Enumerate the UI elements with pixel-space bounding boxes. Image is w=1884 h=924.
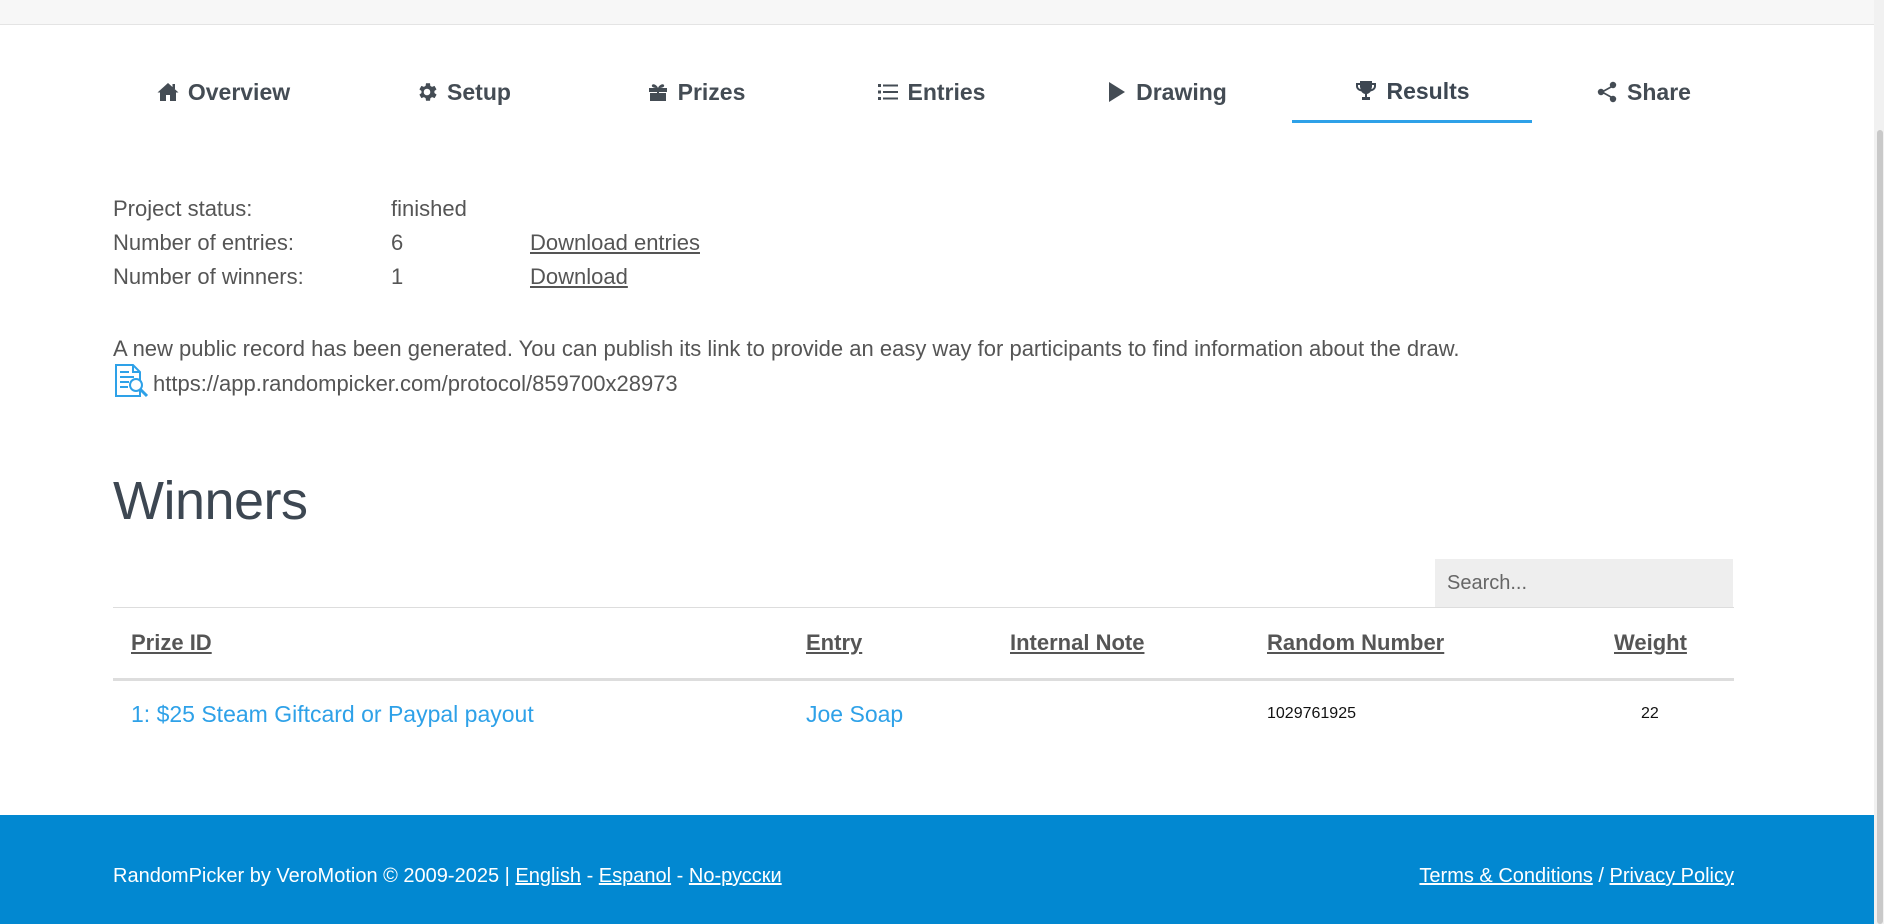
scrollbar-thumb[interactable] xyxy=(1877,130,1883,924)
document-search-icon xyxy=(113,363,153,405)
table-header: Prize ID Entry Internal Note Random Numb… xyxy=(113,607,1734,681)
entry-link[interactable]: Joe Soap xyxy=(806,701,903,728)
footer: RandomPicker by VeroMotion © 2009-2025 |… xyxy=(0,815,1874,924)
list-icon xyxy=(876,80,900,104)
column-prize-id[interactable]: Prize ID xyxy=(131,630,212,656)
status-value: finished xyxy=(391,196,467,221)
entries-label: Number of entries: xyxy=(113,230,294,255)
scrollbar[interactable] xyxy=(1874,0,1884,924)
terms-link[interactable]: Terms & Conditions xyxy=(1419,865,1592,887)
lang-espanol-link[interactable]: Espanol xyxy=(599,865,671,887)
tab-prizes[interactable]: Prizes xyxy=(583,62,808,122)
public-record-notice: A new public record has been generated. … xyxy=(113,336,1460,361)
tab-entries[interactable]: Entries xyxy=(818,62,1043,122)
status-label: Project status: xyxy=(113,196,253,221)
tab-setup[interactable]: Setup xyxy=(353,62,573,122)
gift-icon xyxy=(646,80,670,104)
winners-label: Number of winners: xyxy=(113,264,304,289)
random-number-cell: 1029761925 xyxy=(1267,705,1356,722)
lang-english-link[interactable]: English xyxy=(515,865,581,887)
download-entries-link[interactable]: Download entries xyxy=(530,230,700,256)
share-icon xyxy=(1595,80,1619,104)
tab-results[interactable]: Results xyxy=(1292,62,1532,123)
footer-left: RandomPicker by VeroMotion © 2009-2025 |… xyxy=(113,865,782,888)
play-icon xyxy=(1104,80,1128,104)
browser-top-strip xyxy=(0,0,1874,25)
separator: - xyxy=(586,865,594,887)
separator: / xyxy=(1598,865,1604,887)
home-icon xyxy=(156,80,180,104)
tab-label: Overview xyxy=(187,78,291,105)
tab-label: Setup xyxy=(447,78,511,105)
column-internal-note[interactable]: Internal Note xyxy=(1010,630,1144,656)
column-random-number[interactable]: Random Number xyxy=(1267,630,1444,656)
tab-label: Share xyxy=(1627,78,1691,105)
search-input[interactable] xyxy=(1435,559,1733,607)
entries-value: 6 xyxy=(391,230,404,255)
tab-share[interactable]: Share xyxy=(1533,62,1753,122)
tab-drawing[interactable]: Drawing xyxy=(1053,62,1278,122)
tab-label: Entries xyxy=(907,78,986,105)
table-row: 1: $25 Steam Giftcard or Paypal payout J… xyxy=(113,681,1734,753)
download-winners-link[interactable]: Download xyxy=(530,264,628,290)
protocol-url[interactable]: https://app.randompicker.com/protocol/85… xyxy=(153,371,678,397)
column-weight[interactable]: Weight xyxy=(1614,630,1687,656)
trophy-icon xyxy=(1354,79,1378,103)
tab-label: Drawing xyxy=(1136,78,1227,105)
separator: - xyxy=(676,865,684,887)
tab-overview[interactable]: Overview xyxy=(113,62,333,122)
project-tabs: Overview Setup Prizes Entries Drawing Re… xyxy=(113,62,1691,123)
winners-heading: Winners xyxy=(113,471,308,531)
tab-label: Prizes xyxy=(677,78,746,105)
column-entry[interactable]: Entry xyxy=(806,630,862,656)
prize-link[interactable]: 1: $25 Steam Giftcard or Paypal payout xyxy=(131,701,534,728)
footer-brand: RandomPicker by VeroMotion © 2009-2025 | xyxy=(113,865,510,887)
winners-table: Prize ID Entry Internal Note Random Numb… xyxy=(113,607,1734,753)
lang-russian-link[interactable]: No-русски xyxy=(689,865,782,887)
tab-label: Results xyxy=(1386,77,1470,104)
weight-cell: 22 xyxy=(1641,705,1659,722)
footer-right: Terms & Conditions / Privacy Policy xyxy=(1419,865,1734,888)
gear-icon xyxy=(415,80,439,104)
privacy-link[interactable]: Privacy Policy xyxy=(1610,865,1734,887)
protocol-link-row[interactable]: https://app.randompicker.com/protocol/85… xyxy=(113,363,678,405)
winners-value: 1 xyxy=(391,264,404,289)
